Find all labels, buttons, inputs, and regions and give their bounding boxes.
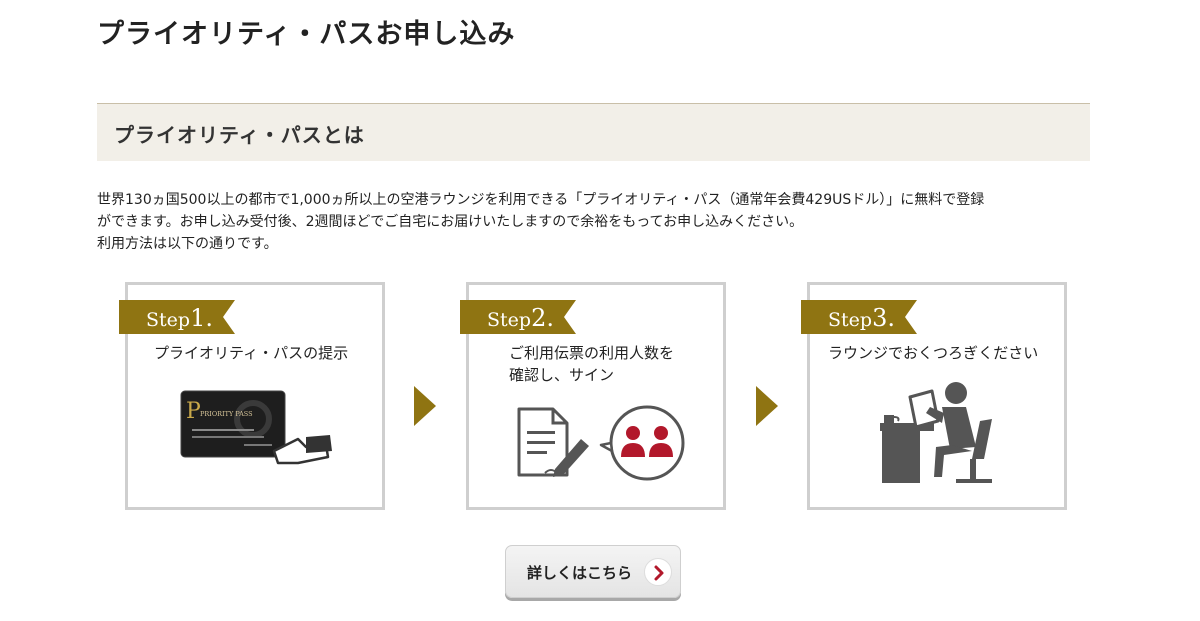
more-details-button[interactable]: 詳しくはこちら xyxy=(505,545,681,598)
intro-text: 世界130ヵ国500以上の都市で1,000ヵ所以上の空港ラウンジを利用できる「プ… xyxy=(97,189,1097,255)
step-3-number: 3. xyxy=(872,304,895,332)
step-1-label: Step xyxy=(146,309,191,331)
section-header: プライオリティ・パスとは xyxy=(97,103,1090,161)
step-2-number: 2. xyxy=(531,304,554,332)
step-arrow-1 xyxy=(414,386,436,426)
page-title: プライオリティ・パスお申し込み xyxy=(97,19,516,50)
step-3-tag: Step3. xyxy=(801,300,917,334)
intro-line-2: ができます。お申し込み受付後、2週間ほどでご自宅にお届けいたしますので余裕をもっ… xyxy=(97,214,804,230)
card-brand: PRIORITY PASS xyxy=(200,410,253,418)
step-2-card: Step2. ご利用伝票の利用人数を 確認し、サイン xyxy=(460,282,726,510)
step-1-card: Step1. プライオリティ・パスの提示 P PRIORITY PASS xyxy=(119,282,385,510)
sign-document-icon xyxy=(515,399,695,489)
step-2-description-line-2: 確認し、サイン xyxy=(509,366,615,384)
step-3-label: Step xyxy=(828,309,873,331)
step-1-description: プライオリティ・パスの提示 xyxy=(154,344,349,362)
intro-line-1: 世界130ヵ国500以上の都市で1,000ヵ所以上の空港ラウンジを利用できる「プ… xyxy=(97,192,985,208)
chevron-right-icon xyxy=(644,558,672,586)
step-1-number: 1. xyxy=(190,304,213,332)
step-3-card: Step3. ラウンジでおくつろぎください xyxy=(801,282,1067,510)
step-2-description: ご利用伝票の利用人数を 確認し、サイン xyxy=(509,342,674,386)
section-title: プライオリティ・パスとは xyxy=(114,123,365,147)
lounge-relax-icon xyxy=(876,377,1006,491)
intro-line-3: 利用方法は以下の通りです。 xyxy=(97,236,278,252)
priority-pass-card-icon: P PRIORITY PASS xyxy=(178,389,338,483)
step-1-tag: Step1. xyxy=(119,300,235,334)
step-2-tag: Step2. xyxy=(460,300,576,334)
step-arrow-2 xyxy=(756,386,778,426)
more-details-label: 詳しくはこちら xyxy=(527,564,633,582)
step-2-label: Step xyxy=(487,309,532,331)
step-3-description: ラウンジでおくつろぎください xyxy=(828,344,1039,362)
card-letter: P xyxy=(186,399,201,424)
step-2-description-line-1: ご利用伝票の利用人数を xyxy=(509,344,675,362)
